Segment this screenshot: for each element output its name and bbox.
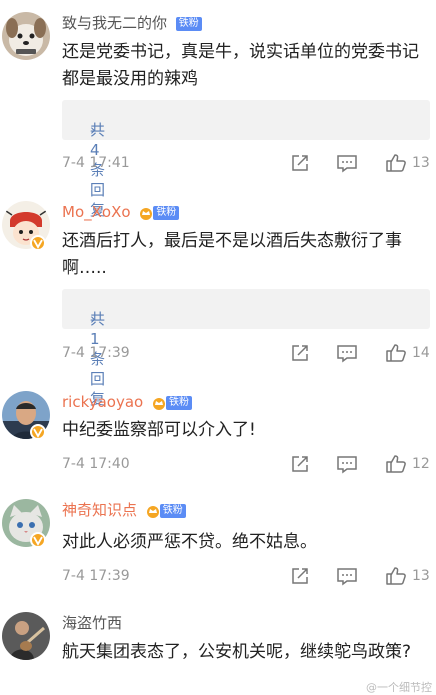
fan-tag: 铁粉 xyxy=(175,16,202,31)
like-icon[interactable] xyxy=(385,153,407,173)
fan-tag: 铁粉 xyxy=(166,395,193,410)
fan-badge: 铁粉 xyxy=(152,395,193,410)
like-icon[interactable] xyxy=(385,566,407,586)
comment-icon[interactable] xyxy=(336,343,358,363)
comment-icon[interactable] xyxy=(336,153,358,173)
avatar[interactable] xyxy=(2,612,50,660)
like-icon[interactable] xyxy=(385,343,407,363)
crown-icon xyxy=(146,505,159,518)
username-text[interactable]: 致与我无二的你 xyxy=(62,14,167,32)
comment-text: 还是党委书记，真是牛，说实话单位的党委书记都是最没用的辣鸡 xyxy=(62,42,419,89)
fan-tag: 铁粉 xyxy=(159,503,186,518)
guitar-avatar-icon xyxy=(2,612,50,660)
share-icon[interactable] xyxy=(290,454,310,474)
replies-link[interactable]: 共1条回复 › xyxy=(62,289,430,408)
fan-badge: 铁粉 xyxy=(146,503,186,518)
watermark: @一个细节控 xyxy=(366,681,432,694)
comment-icon[interactable] xyxy=(336,454,358,474)
comment-item: rickyaoyao 铁粉 中纪委监察部可以介入了! 7-4 17:40 12 xyxy=(0,383,436,490)
comment-item: 致与我无二的你 铁粉 还是党委书记，真是牛，说实话单位的党委书记都是最没用的辣鸡… xyxy=(0,0,436,219)
like-count: 12 xyxy=(412,456,430,472)
username-text[interactable]: Mo_XoXo xyxy=(62,203,131,221)
comment-time: 7-4 17:41 xyxy=(62,155,130,171)
comment-meta: 7-4 17:41 13 xyxy=(62,153,432,175)
share-icon[interactable] xyxy=(290,566,310,586)
replies-link[interactable]: 共4条回复 › xyxy=(62,100,430,219)
fan-badge: 铁粉 xyxy=(139,205,180,220)
vip-icon xyxy=(30,424,46,440)
username[interactable]: 海盗竹西 xyxy=(62,613,122,633)
avatar[interactable] xyxy=(2,12,50,60)
comment-text: 对此人必须严惩不贷。绝不姑息。 xyxy=(62,532,317,552)
chevron-right-icon: › xyxy=(90,121,96,139)
like-count: 14 xyxy=(412,345,430,361)
comment-icon[interactable] xyxy=(336,566,358,586)
comment-time: 7-4 17:40 xyxy=(62,456,130,472)
crown-icon xyxy=(140,207,153,220)
share-icon[interactable] xyxy=(290,343,310,363)
comment-text: 中纪委监察部可以介入了! xyxy=(62,420,256,440)
comment-text: 还酒后打人，最后是不是以酒后失态敷衍了事啊….. xyxy=(62,231,402,278)
crown-icon xyxy=(153,397,166,410)
comment-time: 7-4 17:39 xyxy=(62,345,130,361)
fan-tag: 铁粉 xyxy=(153,205,180,220)
username[interactable]: Mo_XoXo 铁粉 xyxy=(62,202,180,222)
like-count: 13 xyxy=(412,155,430,171)
username[interactable]: rickyaoyao 铁粉 xyxy=(62,392,193,412)
comment-meta: 7-4 17:39 13 xyxy=(62,566,432,588)
fan-badge: 铁粉 xyxy=(175,16,202,31)
username-text[interactable]: 海盗竹西 xyxy=(62,614,122,632)
comment-meta: 7-4 17:40 12 xyxy=(62,454,432,476)
like-icon[interactable] xyxy=(385,454,407,474)
comment-item: Mo_XoXo 铁粉 还酒后打人，最后是不是以酒后失态敷衍了事啊….. 共1条回… xyxy=(0,190,436,408)
comment-meta: 7-4 17:39 14 xyxy=(62,343,432,365)
username[interactable]: 神奇知识点 铁粉 xyxy=(62,500,186,520)
comment-time: 7-4 17:39 xyxy=(62,568,130,584)
vip-icon xyxy=(30,235,46,251)
chevron-right-icon: › xyxy=(90,310,96,328)
comment-text: 航天集团表态了，公安机关呢，继续鸵鸟政策? xyxy=(62,642,412,662)
vip-icon xyxy=(30,532,46,548)
like-count: 13 xyxy=(412,568,430,584)
username-text[interactable]: rickyaoyao xyxy=(62,393,143,411)
share-icon[interactable] xyxy=(290,153,310,173)
username[interactable]: 致与我无二的你 铁粉 xyxy=(62,13,202,33)
dog-avatar-icon xyxy=(2,12,50,60)
comment-item: 神奇知识点 铁粉 对此人必须严惩不贷。绝不姑息。 7-4 17:39 13 xyxy=(0,490,436,605)
username-text[interactable]: 神奇知识点 xyxy=(62,501,137,519)
